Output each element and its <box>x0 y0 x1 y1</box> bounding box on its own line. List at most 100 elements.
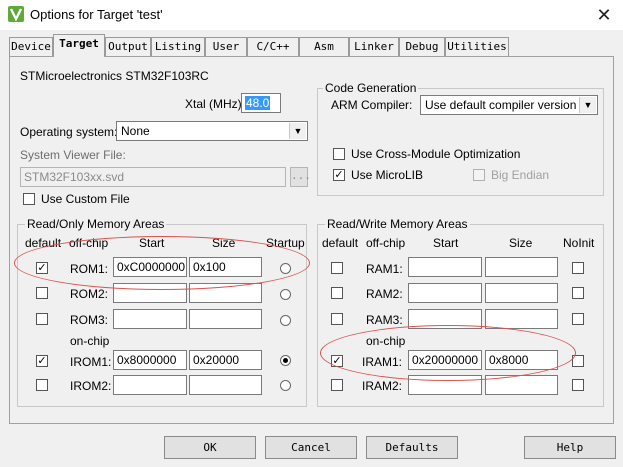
defaults-button[interactable]: Defaults <box>366 436 458 459</box>
tab-utilities[interactable]: Utilities <box>445 37 509 56</box>
rom-header-offchip: off-chip <box>69 236 109 250</box>
svd-browse-button[interactable]: ... <box>290 167 311 187</box>
irom2-start-input[interactable] <box>113 375 187 395</box>
rom-group-title: Read/Only Memory Areas <box>25 217 167 231</box>
iram1-label: IRAM1: <box>362 355 403 369</box>
tab-listing[interactable]: Listing <box>151 37 205 56</box>
iram1-default-checkbox[interactable]: ✓ <box>331 355 343 367</box>
rom3-label: ROM3: <box>70 313 109 327</box>
iram1-size-input[interactable]: 0x8000 <box>485 350 558 370</box>
rom2-default-checkbox[interactable] <box>36 287 48 299</box>
ram3-default-checkbox[interactable] <box>331 313 343 325</box>
iram2-size-input[interactable] <box>485 375 558 395</box>
rom2-label: ROM2: <box>70 287 109 301</box>
tab-output[interactable]: Output <box>105 37 151 56</box>
rom-header-startup: Startup <box>266 236 305 250</box>
rom-header-default: default <box>25 236 62 250</box>
svd-input[interactable]: STM32F103xx.svd <box>20 167 286 187</box>
iram2-default-checkbox[interactable] <box>331 379 343 391</box>
close-icon[interactable]: ✕ <box>592 4 616 26</box>
cancel-button[interactable]: Cancel <box>265 436 357 459</box>
help-button[interactable]: Help <box>524 436 616 459</box>
xtal-value: 48.0 <box>245 96 271 110</box>
tab-linker[interactable]: Linker <box>349 37 399 56</box>
rom1-startup-radio[interactable] <box>280 263 291 274</box>
custom-file-checkbox[interactable] <box>23 193 35 205</box>
code-generation-title: Code Generation <box>323 81 419 95</box>
cross-module-checkbox[interactable] <box>333 148 345 160</box>
ram3-label: RAM3: <box>366 313 403 327</box>
iram2-start-input[interactable] <box>408 375 482 395</box>
irom2-startup-radio[interactable] <box>280 380 291 391</box>
rom-header-size: Size <box>212 236 236 250</box>
ram-header-noinit: NoInit <box>563 236 595 250</box>
cross-module-label: Use Cross-Module Optimization <box>351 147 521 161</box>
irom1-startup-radio[interactable] <box>280 355 291 366</box>
ram1-noinit-checkbox[interactable] <box>572 262 584 274</box>
svd-label: System Viewer File: <box>20 148 126 162</box>
big-endian-label: Big Endian <box>491 168 550 182</box>
ram-header-start: Start <box>433 236 459 250</box>
ram2-noinit-checkbox[interactable] <box>572 287 584 299</box>
irom2-label: IROM2: <box>70 379 112 393</box>
rom-onchip-label: on-chip <box>70 334 110 348</box>
window-title: Options for Target 'test' <box>30 7 163 22</box>
rom1-size-input[interactable]: 0x100 <box>189 257 262 277</box>
ram3-start-input[interactable] <box>408 309 482 329</box>
ram3-size-input[interactable] <box>485 309 558 329</box>
ram2-start-input[interactable] <box>408 283 482 303</box>
ram2-default-checkbox[interactable] <box>331 287 343 299</box>
ram2-size-input[interactable] <box>485 283 558 303</box>
rom3-startup-radio[interactable] <box>280 315 291 326</box>
rom-header-start: Start <box>139 236 165 250</box>
compiler-select[interactable]: Use default compiler version ▼ <box>420 95 598 115</box>
vision-app-icon <box>8 6 24 22</box>
microlib-checkbox[interactable]: ✓ <box>333 169 345 181</box>
ram-header-size: Size <box>509 236 533 250</box>
rom1-label: ROM1: <box>70 262 109 276</box>
iram1-noinit-checkbox[interactable] <box>572 355 584 367</box>
rom3-default-checkbox[interactable] <box>36 313 48 325</box>
tab-debug[interactable]: Debug <box>399 37 445 56</box>
os-select[interactable]: None ▼ <box>116 121 308 141</box>
ram1-label: RAM1: <box>366 262 403 276</box>
tab-user[interactable]: User <box>205 37 247 56</box>
xtal-input[interactable]: 48.0 <box>241 93 281 113</box>
microlib-label: Use MicroLIB <box>351 168 424 182</box>
rom2-size-input[interactable] <box>189 283 262 303</box>
ram3-noinit-checkbox[interactable] <box>572 313 584 325</box>
ram1-size-input[interactable] <box>485 257 558 277</box>
ok-button[interactable]: OK <box>164 436 256 459</box>
tab-cpp[interactable]: C/C++ <box>247 37 299 56</box>
ram-header-default: default <box>322 236 359 250</box>
rom2-start-input[interactable] <box>113 283 187 303</box>
irom1-default-checkbox[interactable]: ✓ <box>36 355 48 367</box>
rom2-startup-radio[interactable] <box>280 289 291 300</box>
rom1-start-input[interactable]: 0xC0000000 <box>113 257 187 277</box>
ram-onchip-label: on-chip <box>366 334 406 348</box>
irom2-default-checkbox[interactable] <box>36 379 48 391</box>
ram2-label: RAM2: <box>366 287 403 301</box>
chevron-down-icon: ▼ <box>289 123 306 139</box>
os-label: Operating system: <box>20 125 118 139</box>
irom1-start-input[interactable]: 0x8000000 <box>113 350 187 370</box>
xtal-label: Xtal (MHz): <box>185 97 245 111</box>
irom1-size-input[interactable]: 0x20000 <box>189 350 262 370</box>
iram1-start-input[interactable]: 0x20000000 <box>408 350 482 370</box>
ram1-start-input[interactable] <box>408 257 482 277</box>
iram2-noinit-checkbox[interactable] <box>572 379 584 391</box>
compiler-value: Use default compiler version <box>425 98 577 112</box>
tab-asm[interactable]: Asm <box>299 37 349 56</box>
rom3-start-input[interactable] <box>113 309 187 329</box>
device-name: STMicroelectronics STM32F103RC <box>20 69 209 83</box>
big-endian-checkbox[interactable] <box>473 169 485 181</box>
ram-header-offchip: off-chip <box>366 236 406 250</box>
irom2-size-input[interactable] <box>189 375 262 395</box>
irom1-label: IROM1: <box>70 355 112 369</box>
ram1-default-checkbox[interactable] <box>331 262 343 274</box>
rom3-size-input[interactable] <box>189 309 262 329</box>
custom-file-label: Use Custom File <box>41 192 130 206</box>
tab-device[interactable]: Device <box>9 37 53 56</box>
rom1-default-checkbox[interactable]: ✓ <box>36 262 48 274</box>
tab-target[interactable]: Target <box>53 34 105 57</box>
